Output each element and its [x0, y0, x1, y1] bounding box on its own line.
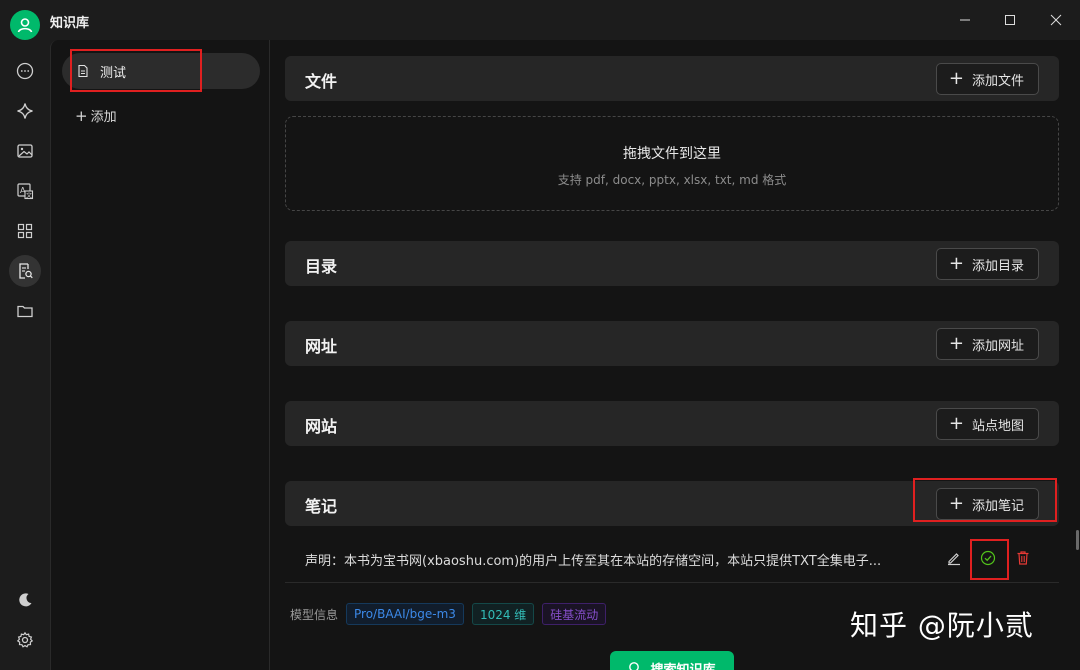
- kb-item-test[interactable]: 测试: [62, 53, 260, 89]
- search-knowledge-button[interactable]: 搜索知识库: [610, 651, 734, 670]
- model-info-label: 模型信息: [290, 607, 339, 622]
- paintings-button[interactable]: [9, 135, 41, 167]
- files-button[interactable]: [9, 295, 41, 327]
- svg-text:文: 文: [26, 192, 32, 200]
- translate-button[interactable]: A 文: [9, 175, 41, 207]
- translate-icon: A 文: [17, 183, 34, 200]
- maximize-icon: [1005, 15, 1015, 25]
- add-note-button[interactable]: + 添加笔记: [935, 488, 1039, 520]
- gear-icon: [16, 631, 34, 648]
- delete-note-button[interactable]: [1010, 545, 1036, 571]
- note-item[interactable]: 声明：本书为宝书网(xbaoshu.com)的用户上传至其在本站的存储空间，本站…: [285, 533, 1059, 583]
- document-icon: [78, 64, 88, 78]
- plus-icon: +: [948, 413, 964, 434]
- add-directory-button[interactable]: + 添加目录: [935, 248, 1039, 280]
- section-website: 网站 + 站点地图: [285, 401, 1059, 446]
- plus-icon: +: [948, 333, 964, 354]
- plus-icon: +: [948, 493, 964, 514]
- agents-button[interactable]: [9, 95, 41, 127]
- add-file-label: 添加文件: [971, 73, 1024, 89]
- section-title-url: 网址: [305, 337, 338, 356]
- add-note-label: 添加笔记: [971, 498, 1024, 514]
- sparkle-icon: [17, 103, 33, 119]
- nav-rail: A 文: [0, 40, 50, 670]
- knowledge-search-icon: [19, 263, 33, 279]
- model-tag: Pro/BAAI/bge-m3: [346, 603, 464, 625]
- chat-icon: [16, 62, 34, 80]
- maximize-button[interactable]: [999, 9, 1021, 31]
- user-avatar[interactable]: [10, 10, 40, 40]
- scrollbar-thumb[interactable]: [1076, 530, 1079, 550]
- user-icon: [17, 18, 33, 33]
- minimize-button[interactable]: [954, 9, 976, 31]
- search-icon: [629, 662, 640, 670]
- add-knowledge-base-button[interactable]: + 添加: [75, 106, 117, 126]
- sitemap-button[interactable]: + 站点地图: [935, 408, 1039, 440]
- section-url: 网址 + 添加网址: [285, 321, 1059, 366]
- chat-button[interactable]: [9, 55, 41, 87]
- sitemap-label: 站点地图: [971, 418, 1024, 434]
- model-info: 模型信息 Pro/BAAI/bge-m3 1024 维 硅基流动: [290, 603, 614, 625]
- app-window: 知识库 A 文 测试 + 添加 文件 + 添加文件 拖拽文件到这里 支持 pdf…: [0, 0, 1080, 670]
- plus-icon: +: [948, 253, 964, 274]
- dropzone-title: 拖拽文件到这里: [623, 146, 721, 162]
- add-kb-label: 添加: [90, 110, 117, 125]
- search-knowledge-label: 搜索知识库: [650, 662, 716, 670]
- grid-icon: [17, 223, 33, 239]
- knowledge-button[interactable]: [9, 255, 41, 287]
- close-icon: [1050, 14, 1062, 26]
- section-files: 文件 + 添加文件: [285, 56, 1059, 101]
- theme-toggle-button[interactable]: [9, 584, 41, 616]
- section-title-website: 网站: [305, 417, 338, 436]
- title-bar: 知识库: [0, 0, 1080, 40]
- edit-icon: [948, 553, 960, 566]
- minimize-icon: [960, 19, 970, 21]
- watermark: 知乎 @阮小贰: [850, 609, 1034, 642]
- section-title-notes: 笔记: [305, 497, 338, 516]
- edit-note-button[interactable]: [941, 545, 967, 571]
- note-status-button[interactable]: [975, 545, 1001, 571]
- note-text: 声明：本书为宝书网(xbaoshu.com)的用户上传至其在本站的存储空间，本站…: [305, 554, 882, 569]
- section-title-files: 文件: [305, 72, 338, 91]
- check-circle-icon: [980, 550, 996, 566]
- plus-icon: +: [75, 106, 88, 125]
- close-button[interactable]: [1045, 9, 1067, 31]
- knowledge-content: 文件 + 添加文件 拖拽文件到这里 支持 pdf, docx, pptx, xl…: [270, 40, 1080, 670]
- kb-item-label: 测试: [100, 65, 127, 81]
- section-directory: 目录 + 添加目录: [285, 241, 1059, 286]
- knowledge-base-list: 测试 + 添加: [50, 40, 270, 670]
- apps-button[interactable]: [9, 215, 41, 247]
- add-file-button[interactable]: + 添加文件: [935, 63, 1039, 95]
- folder-icon: [17, 305, 33, 318]
- dropzone-subtitle: 支持 pdf, docx, pptx, xlsx, txt, md 格式: [557, 173, 787, 187]
- window-title: 知识库: [50, 16, 90, 31]
- trash-icon: [1017, 551, 1029, 565]
- add-url-button[interactable]: + 添加网址: [935, 328, 1039, 360]
- section-notes: 笔记 + 添加笔记: [285, 481, 1059, 526]
- image-icon: [17, 144, 33, 158]
- provider-tag: 硅基流动: [542, 603, 607, 625]
- add-url-label: 添加网址: [971, 338, 1024, 354]
- add-directory-label: 添加目录: [971, 258, 1024, 274]
- dimensions-tag: 1024 维: [471, 603, 535, 625]
- plus-icon: +: [948, 68, 964, 89]
- settings-button[interactable]: [9, 624, 41, 656]
- moon-icon: [19, 593, 32, 607]
- section-title-directory: 目录: [305, 257, 338, 276]
- file-dropzone[interactable]: 拖拽文件到这里 支持 pdf, docx, pptx, xlsx, txt, m…: [285, 116, 1059, 211]
